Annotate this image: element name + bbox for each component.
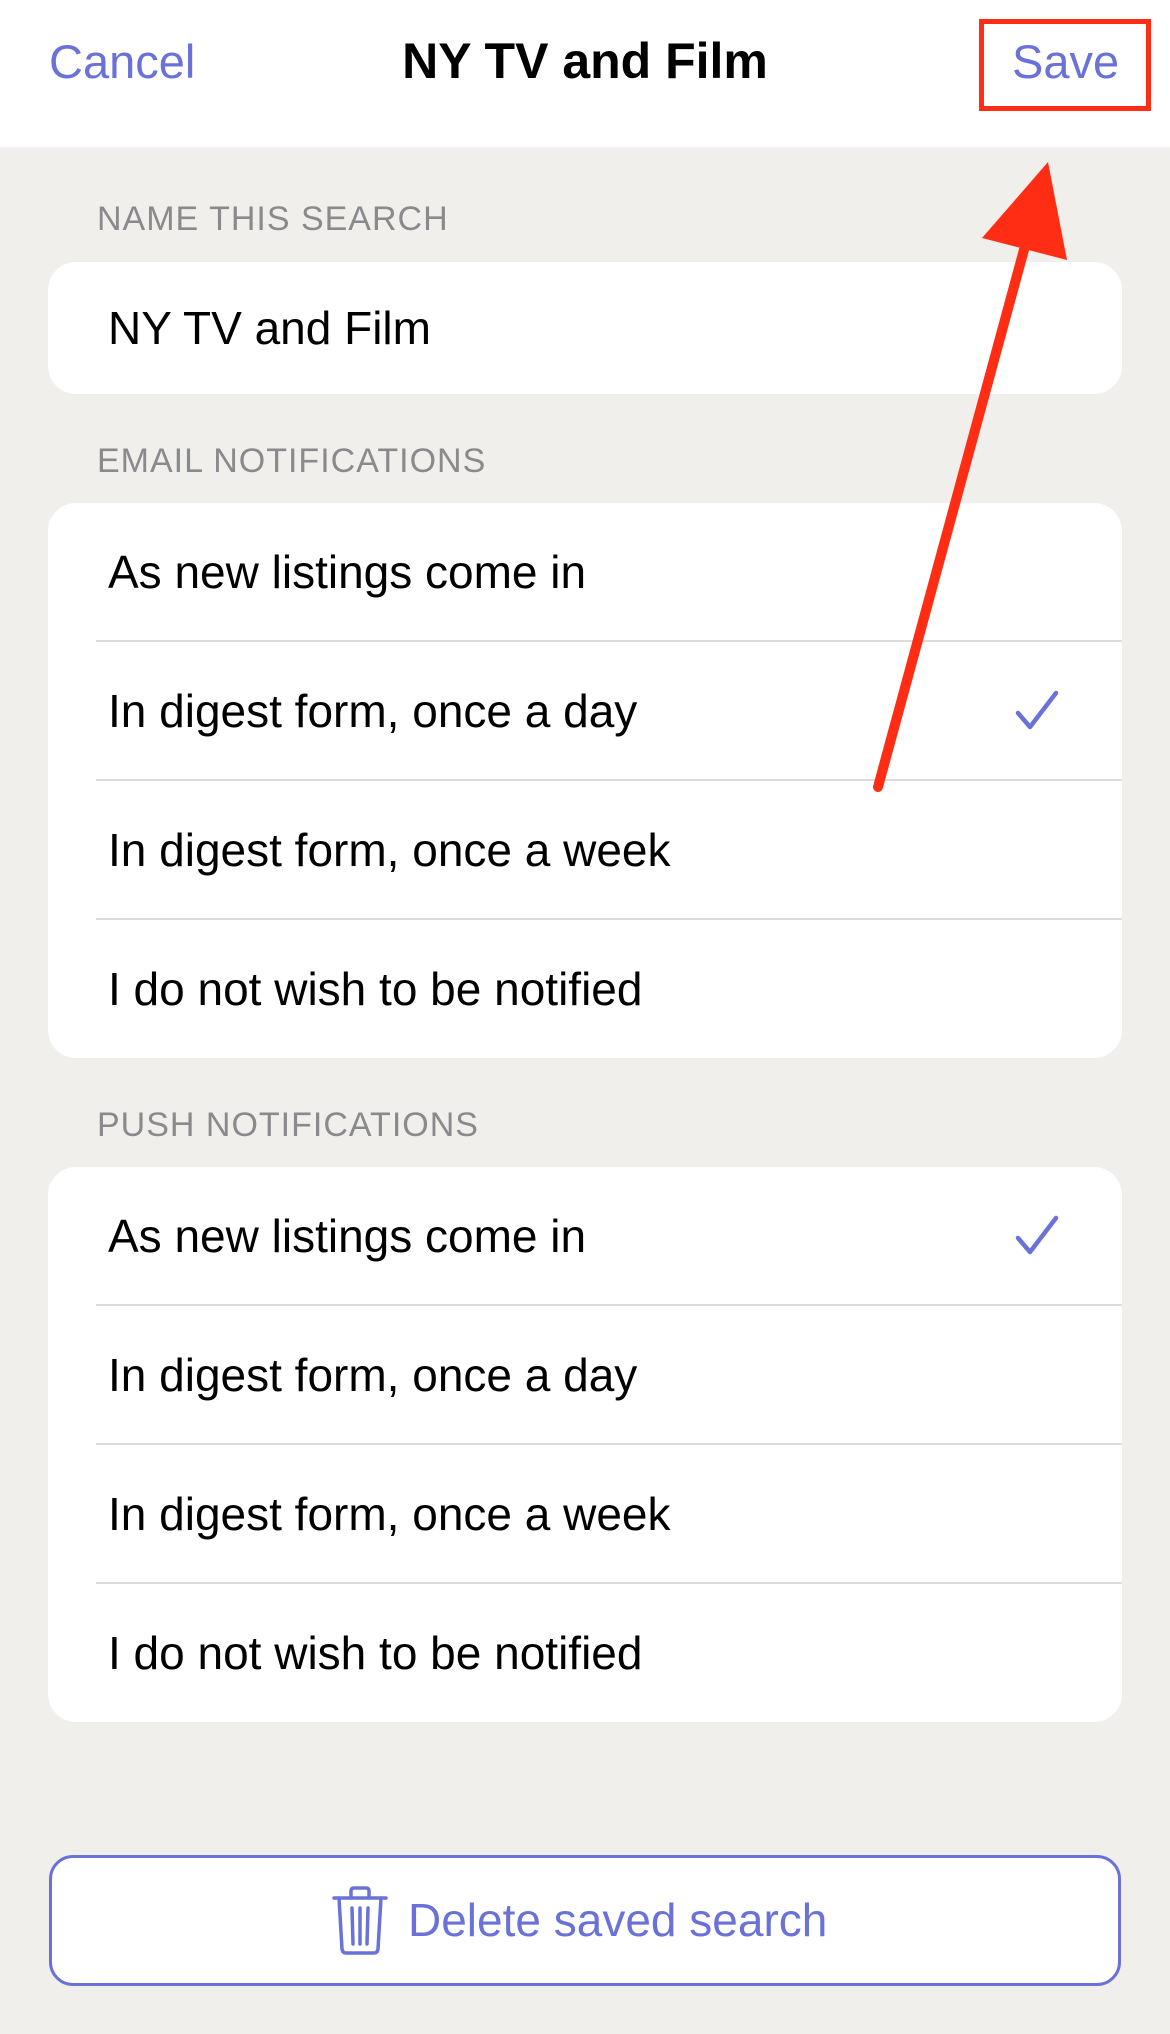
push-options-card: As new listings come in In digest form, … [48, 1167, 1122, 1722]
save-highlight-box [979, 19, 1151, 111]
delete-saved-search-button[interactable]: Delete saved search [49, 1855, 1121, 1986]
email-option-label: In digest form, once a week [108, 824, 671, 876]
push-option-row[interactable]: In digest form, once a week [48, 1445, 1122, 1584]
name-section-header: NAME THIS SEARCH [97, 200, 449, 238]
email-option-row[interactable]: As new listings come in [48, 503, 1122, 642]
push-option-row[interactable]: As new listings come in [48, 1167, 1122, 1306]
email-option-row[interactable]: I do not wish to be notified [48, 920, 1122, 1058]
name-card: NY TV and Film [48, 262, 1122, 394]
checkmark-icon [1015, 690, 1059, 730]
delete-button-label: Delete saved search [408, 1894, 828, 1946]
push-option-label: In digest form, once a week [108, 1488, 671, 1540]
search-name-field[interactable]: NY TV and Film [108, 262, 1088, 394]
push-option-label: In digest form, once a day [108, 1349, 638, 1401]
checkmark-icon [1015, 1215, 1059, 1255]
push-option-row[interactable]: I do not wish to be notified [48, 1584, 1122, 1722]
push-option-label: As new listings come in [108, 1210, 587, 1262]
email-option-row[interactable]: In digest form, once a week [48, 781, 1122, 920]
email-option-label: In digest form, once a day [108, 685, 638, 737]
email-section-header: EMAIL NOTIFICATIONS [97, 442, 487, 480]
push-section-header: PUSH NOTIFICATIONS [97, 1106, 479, 1144]
email-option-label: I do not wish to be notified [108, 963, 643, 1015]
email-options-card: As new listings come in In digest form, … [48, 503, 1122, 1058]
email-option-label: As new listings come in [108, 546, 587, 598]
trash-icon [332, 1886, 388, 1955]
push-option-row[interactable]: In digest form, once a day [48, 1306, 1122, 1445]
push-option-label: I do not wish to be notified [108, 1627, 643, 1679]
email-option-row[interactable]: In digest form, once a day [48, 642, 1122, 781]
